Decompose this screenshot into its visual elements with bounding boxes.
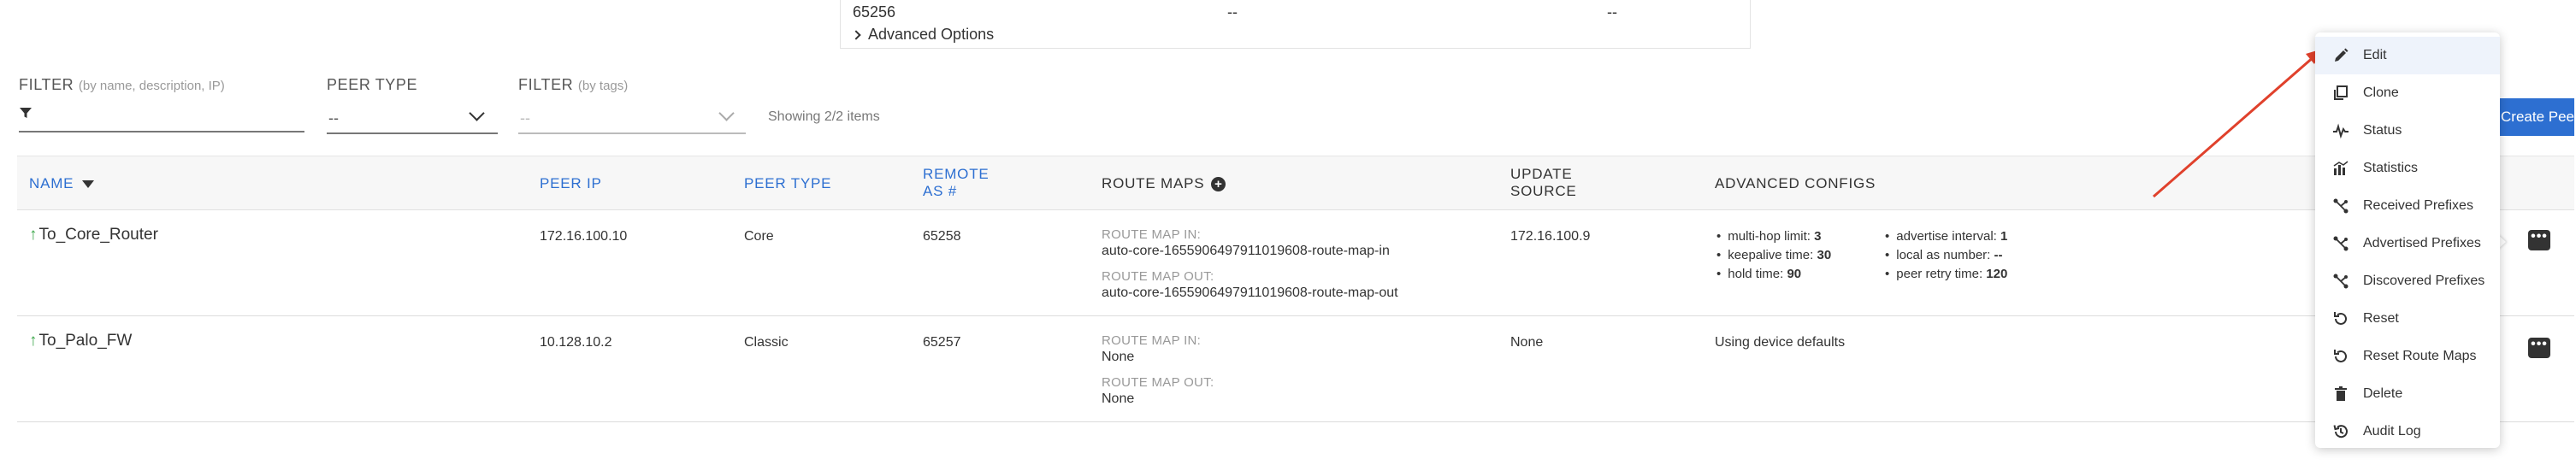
clone-icon bbox=[2334, 85, 2348, 100]
menu-item-status[interactable]: Status bbox=[2315, 112, 2500, 150]
trash-icon bbox=[2335, 386, 2347, 401]
annotation-arrow bbox=[2153, 49, 2323, 198]
menu-item-reset[interactable]: Reset bbox=[2315, 300, 2500, 338]
menu-item-discovered-prefixes[interactable]: Discovered Prefixes bbox=[2315, 262, 2500, 300]
menu-item-label: Status bbox=[2363, 123, 2402, 138]
row-actions-menu: Edit Clone Status Statistics Received Pr… bbox=[2315, 32, 2500, 448]
reset-icon bbox=[2334, 312, 2347, 325]
pencil-icon bbox=[2335, 48, 2349, 62]
menu-item-label: Discovered Prefixes bbox=[2363, 274, 2485, 288]
menu-item-label: Delete bbox=[2363, 386, 2403, 401]
menu-item-delete[interactable]: Delete bbox=[2315, 375, 2500, 413]
menu-item-advertised-prefixes[interactable]: Advertised Prefixes bbox=[2315, 225, 2500, 262]
menu-item-label: Reset Route Maps bbox=[2363, 349, 2477, 363]
menu-item-label: Statistics bbox=[2363, 161, 2419, 175]
menu-item-clone[interactable]: Clone bbox=[2315, 74, 2500, 112]
network-icon bbox=[2333, 236, 2349, 251]
menu-item-audit-log[interactable]: Audit Log bbox=[2315, 413, 2500, 450]
menu-item-label: Reset bbox=[2363, 311, 2399, 326]
reset-icon bbox=[2334, 350, 2347, 362]
menu-item-label: Edit bbox=[2363, 48, 2387, 62]
menu-item-label: Clone bbox=[2363, 85, 2399, 100]
menu-item-label: Advertised Prefixes bbox=[2363, 236, 2481, 250]
menu-item-statistics[interactable]: Statistics bbox=[2315, 150, 2500, 187]
menu-item-label: Received Prefixes bbox=[2363, 198, 2473, 213]
network-icon bbox=[2333, 198, 2349, 214]
menu-item-label: Audit Log bbox=[2363, 424, 2421, 439]
pulse-icon bbox=[2333, 123, 2349, 139]
menu-item-received-prefixes[interactable]: Received Prefixes bbox=[2315, 187, 2500, 225]
menu-item-edit[interactable]: Edit bbox=[2315, 37, 2500, 74]
menu-item-reset-route-maps[interactable]: Reset Route Maps bbox=[2315, 338, 2500, 375]
bar-chart-icon bbox=[2333, 161, 2349, 175]
history-icon bbox=[2333, 425, 2348, 439]
network-icon bbox=[2333, 274, 2349, 289]
